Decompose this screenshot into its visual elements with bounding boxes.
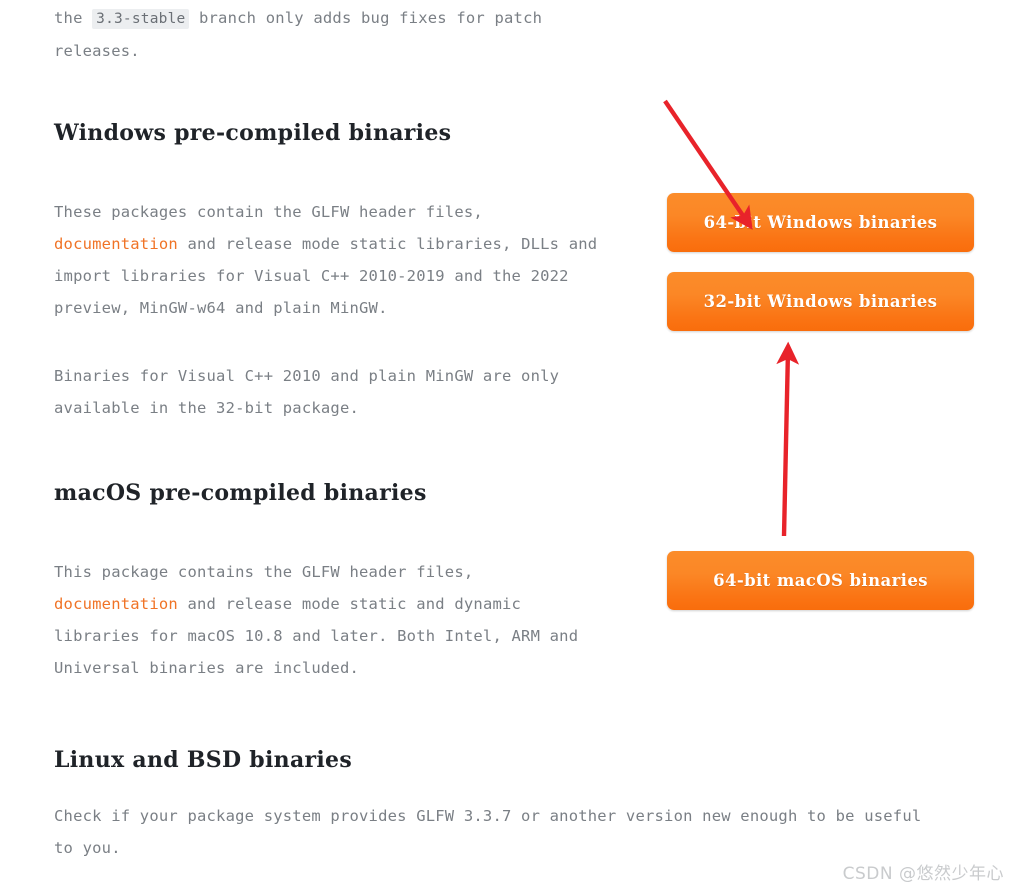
windows-para1-before: These packages contain the GLFW header f… [54, 203, 483, 221]
intro-paragraph: the 3.3-stable branch only adds bug fixe… [54, 2, 654, 67]
section-heading-macos: macOS pre-compiled binaries [54, 480, 427, 506]
windows-paragraph-2: Binaries for Visual C++ 2010 and plain M… [54, 367, 560, 417]
documentation-link-windows[interactable]: documentation [54, 235, 178, 253]
csdn-watermark: CSDN @悠然少年心 [842, 864, 1004, 884]
inline-code-branch: 3.3-stable [92, 9, 190, 29]
linux-paragraph-1: Check if your package system provides GL… [54, 807, 922, 857]
arrow-to-32bit-windows-icon [776, 341, 800, 537]
macos-paragraph-1: This package contains the GLFW header fi… [54, 556, 654, 684]
documentation-link-macos[interactable]: documentation [54, 595, 178, 613]
download-button-64bit-windows[interactable]: 64-bit Windows binaries [667, 193, 974, 252]
macos-para1-before: This package contains the GLFW header fi… [54, 563, 474, 581]
section-heading-linux: Linux and BSD binaries [54, 747, 353, 773]
intro-prefix: the [54, 9, 93, 27]
download-page: the 3.3-stable branch only adds bug fixe… [0, 0, 1022, 896]
windows-paragraph-1: These packages contain the GLFW header f… [54, 196, 654, 324]
section-heading-windows: Windows pre-compiled binaries [54, 120, 452, 146]
download-button-64bit-macos[interactable]: 64-bit macOS binaries [667, 551, 974, 610]
download-button-32bit-windows[interactable]: 32-bit Windows binaries [667, 272, 974, 331]
